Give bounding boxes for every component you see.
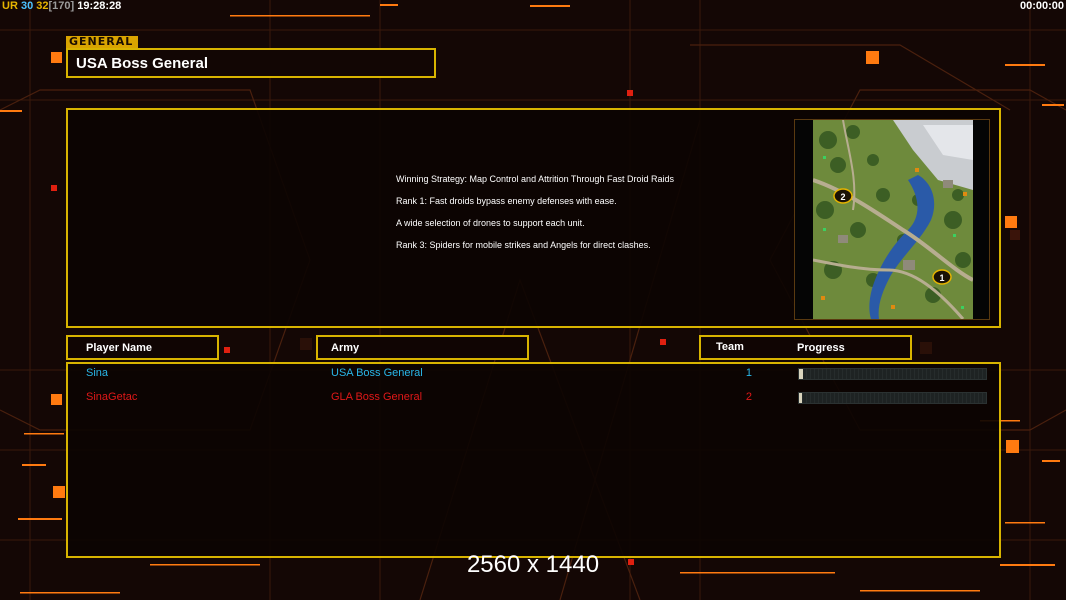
briefing-line: Rank 1: Fast droids bypass enemy defense…: [396, 196, 617, 206]
map-preview: 2 1: [794, 119, 990, 320]
status-bar: UR 30 32[170] 19:28:28: [2, 0, 121, 12]
ur-label: UR: [2, 0, 18, 12]
header-team: Team: [716, 341, 744, 353]
general-title: USA Boss General: [66, 48, 436, 78]
status-value-b: 32: [36, 0, 49, 12]
header-progress: Progress: [797, 342, 845, 354]
player-team: 2: [745, 391, 752, 403]
briefing-line: Rank 3: Spiders for mobile strikes and A…: [396, 240, 651, 250]
player-row: SinaGetac GLA Boss General 2: [0, 391, 1066, 411]
header-team-progress: Team Progress: [699, 335, 912, 360]
start-marker-2-label: 2: [840, 192, 845, 202]
progress-fill: [799, 393, 802, 403]
progress-bar: [798, 392, 987, 404]
player-team: 1: [745, 367, 752, 379]
briefing-line: Winning Strategy: Map Control and Attrit…: [396, 174, 674, 184]
status-value-c: [170]: [48, 0, 75, 12]
player-army: GLA Boss General: [331, 391, 423, 403]
player-name: SinaGetac: [86, 391, 138, 403]
player-name: Sina: [86, 367, 109, 379]
briefing-line: A wide selection of drones to support ea…: [396, 218, 585, 228]
header-army: Army: [316, 335, 529, 360]
resolution-label: 2560 x 1440: [466, 551, 600, 578]
briefing-text: Winning Strategy: Map Control and Attrit…: [396, 174, 696, 262]
start-marker-1: 1: [932, 269, 952, 285]
general-tag-label: GENERAL: [66, 36, 138, 48]
map-image: 2 1: [813, 120, 973, 319]
clock: 19:28:28: [77, 0, 122, 12]
progress-bar: [798, 368, 987, 380]
start-marker-2: 2: [833, 188, 853, 204]
start-marker-1-label: 1: [939, 273, 944, 283]
player-army: USA Boss General: [331, 367, 423, 379]
game-timer: 00:00:00: [1019, 0, 1064, 12]
header-player-name: Player Name: [66, 335, 219, 360]
status-value-a: 30: [20, 0, 34, 12]
player-row: Sina USA Boss General 1: [0, 367, 1066, 387]
progress-fill: [799, 369, 803, 379]
